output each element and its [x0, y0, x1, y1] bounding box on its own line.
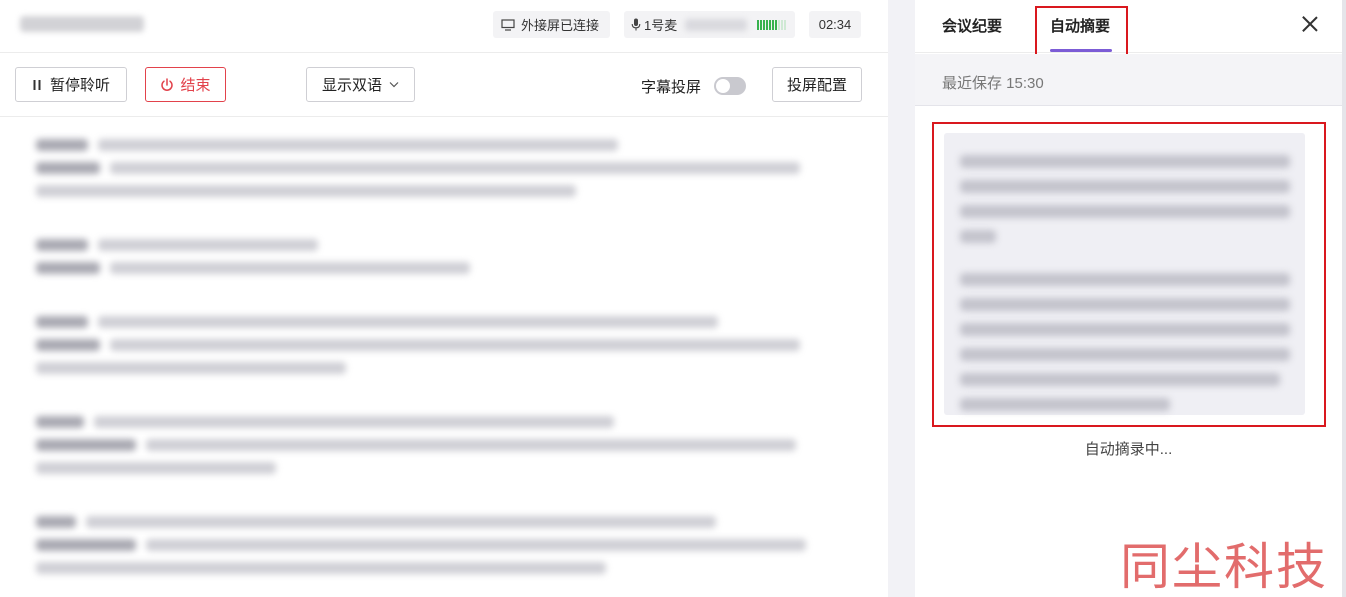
- mic-level-bar: [772, 19, 775, 30]
- subtitle-cast-label: 字幕投屏: [641, 79, 702, 96]
- meeting-timer: 02:34: [809, 11, 861, 38]
- watermark-logo: 同尘科技: [1120, 538, 1328, 596]
- mic-level-bar: [781, 19, 784, 30]
- mic-level-meter: [757, 19, 787, 30]
- pause-icon: [33, 79, 41, 90]
- summary-highlight-box: [932, 122, 1326, 427]
- list-item: [36, 139, 800, 208]
- tab-meeting-minutes[interactable]: 会议纪要: [942, 15, 1002, 36]
- end-button[interactable]: 结束: [145, 67, 226, 102]
- monitor-icon: [501, 18, 515, 31]
- scrollbar[interactable]: [1342, 0, 1346, 597]
- pause-label: 暂停聆听: [49, 77, 110, 94]
- sidebar-tabs: 会议纪要 自动摘要: [915, 0, 1342, 57]
- control-toolbar: 暂停聆听 结束 显示双语 字幕投屏 投屏配置: [0, 53, 888, 117]
- mic-name-blurred: [685, 18, 748, 31]
- summary-sidebar: 会议纪要 自动摘要 最近保存 15:30 自动摘录中...: [915, 0, 1346, 597]
- mic-status: 1号麦: [624, 11, 795, 38]
- list-item: [36, 316, 800, 385]
- list-item: [36, 239, 470, 285]
- last-saved-text: 最近保存 15:30: [942, 75, 1044, 92]
- list-item: [36, 516, 806, 585]
- bilingual-label: 显示双语: [321, 77, 382, 94]
- microphone-icon: [631, 18, 641, 31]
- mic-level-bar: [757, 19, 760, 30]
- end-label: 结束: [180, 77, 211, 94]
- subtitle-cast-toggle[interactable]: [714, 77, 746, 95]
- panel-divider: [888, 0, 915, 597]
- auto-summary-status: 自动摘录中...: [1084, 441, 1173, 458]
- mic-level-bar: [760, 19, 763, 30]
- external-screen-status: 外接屏已连接: [493, 11, 610, 38]
- cast-config-label: 投屏配置: [786, 77, 847, 94]
- power-icon: [161, 77, 174, 91]
- transcript-list: [0, 118, 888, 597]
- pause-listening-button[interactable]: 暂停聆听: [15, 67, 127, 102]
- mic-label: 1号麦: [644, 18, 678, 33]
- mic-level-bar: [766, 19, 769, 30]
- mic-level-bar: [778, 19, 781, 30]
- mic-level-bar: [784, 19, 787, 30]
- list-item: [36, 416, 796, 485]
- save-status-bar: 最近保存 15:30: [915, 54, 1342, 106]
- summary-content: [944, 133, 1305, 415]
- timer-text: 02:34: [818, 17, 852, 32]
- top-status-bar: 外接屏已连接 1号麦 02:34: [0, 0, 888, 53]
- external-screen-text: 外接屏已连接: [521, 18, 600, 33]
- mic-level-bar: [775, 19, 778, 30]
- close-icon[interactable]: [1300, 14, 1320, 34]
- bilingual-dropdown[interactable]: 显示双语: [306, 67, 415, 102]
- mic-level-bar: [769, 19, 772, 30]
- chevron-down-icon: [389, 82, 399, 88]
- meeting-title-blurred: [20, 16, 144, 32]
- transcript-panel: 外接屏已连接 1号麦 02:34 暂停聆听 结束 显示双语 字幕投屏 投屏配置: [0, 0, 888, 597]
- tab-highlight-box: [1035, 6, 1128, 57]
- cast-config-button[interactable]: 投屏配置: [772, 67, 862, 102]
- mic-level-bar: [763, 19, 766, 30]
